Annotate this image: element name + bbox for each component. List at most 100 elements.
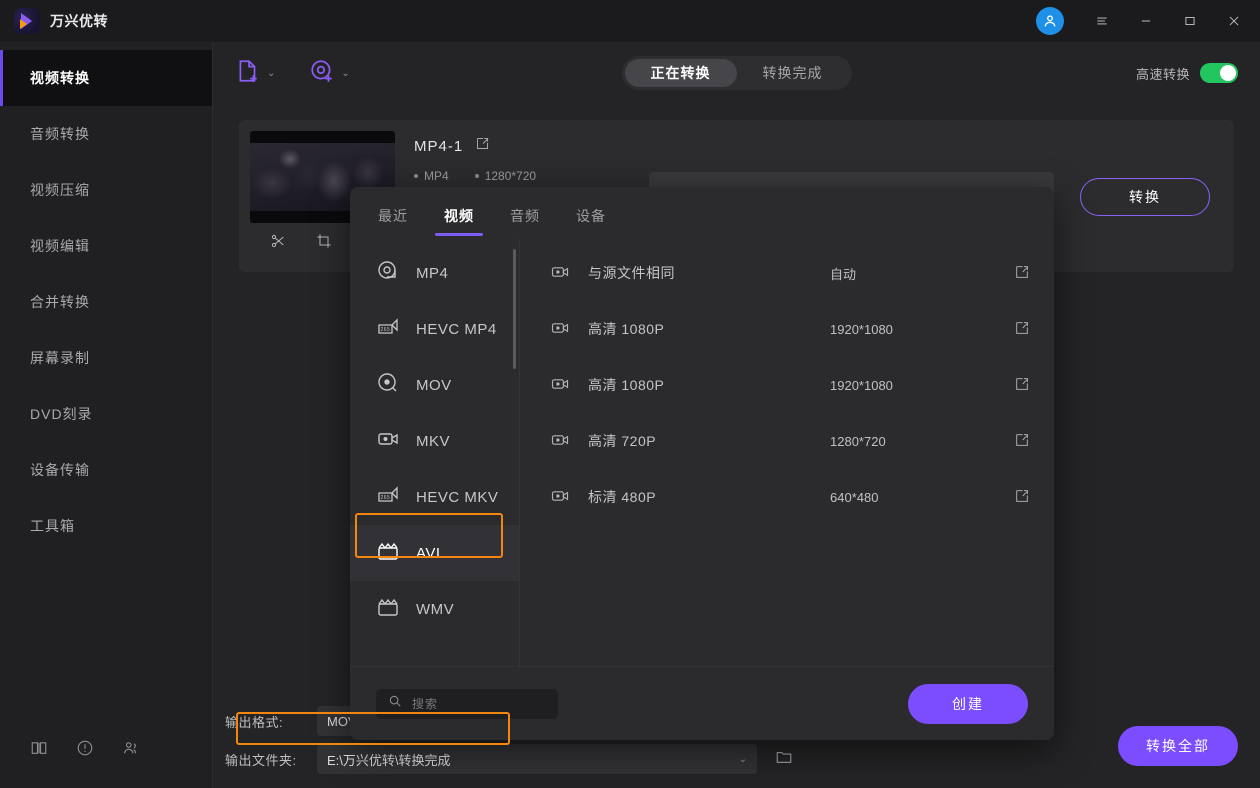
camera-icon bbox=[550, 374, 570, 397]
sidebar-item-video-convert[interactable]: 视频转换 bbox=[0, 50, 212, 106]
quality-edit-icon[interactable] bbox=[1014, 488, 1030, 507]
popup-tab-audio[interactable]: 音频 bbox=[510, 206, 540, 236]
quality-edit-icon[interactable] bbox=[1014, 264, 1030, 283]
quality-resolution: 1920*1080 bbox=[830, 321, 893, 337]
search-input[interactable]: 搜索 bbox=[376, 688, 558, 719]
highspeed-conversion: 高速转换 bbox=[1136, 63, 1238, 83]
quality-label: 与源文件相同 bbox=[588, 265, 675, 281]
quality-edit-icon[interactable] bbox=[1014, 376, 1030, 395]
quality-resolution: 自动 bbox=[830, 266, 857, 282]
popup-tab-recent[interactable]: 最近 bbox=[378, 206, 408, 236]
add-file-button[interactable]: ⌄ bbox=[235, 58, 275, 89]
add-disc-caret-icon[interactable]: ⌄ bbox=[341, 68, 349, 79]
quality-row[interactable]: 高清 1080P 1920*1080 bbox=[520, 357, 1054, 413]
sidebar-item-label: 工具箱 bbox=[30, 518, 75, 534]
format-popup-body: MP4 265 HEVC MP4 MOV MKV 265 HEVC MKV AV… bbox=[350, 239, 1054, 666]
output-folder-label: 输出文件夹: bbox=[225, 752, 297, 768]
clapper-icon bbox=[376, 595, 400, 623]
chevron-down-icon: ⌄ bbox=[738, 753, 747, 765]
crop-icon[interactable] bbox=[316, 233, 332, 254]
add-disc-icon bbox=[309, 58, 335, 89]
search-icon bbox=[388, 694, 402, 713]
format-item-mp4[interactable]: MP4 bbox=[350, 245, 519, 301]
quality-edit-icon[interactable] bbox=[1014, 432, 1030, 451]
sidebar-bottom-icons bbox=[0, 739, 213, 762]
sidebar-item-label: 音频转换 bbox=[30, 126, 90, 142]
menu-icon[interactable] bbox=[1080, 0, 1124, 42]
sidebar-item-dvd-burn[interactable]: DVD刻录 bbox=[0, 386, 212, 442]
quality-row[interactable]: 标清 480P 640*480 bbox=[520, 469, 1054, 525]
highspeed-toggle[interactable] bbox=[1200, 63, 1238, 83]
format-list: MP4 265 HEVC MP4 MOV MKV 265 HEVC MKV AV… bbox=[350, 239, 520, 666]
title-bar-controls bbox=[1036, 0, 1260, 42]
sidebar-item-label: DVD刻录 bbox=[30, 406, 93, 422]
format-list-scrollbar[interactable] bbox=[513, 249, 516, 369]
add-file-caret-icon[interactable]: ⌄ bbox=[267, 68, 275, 79]
tab-converted[interactable]: 转换完成 bbox=[737, 59, 849, 87]
file-resolution-meta: 1280*720 bbox=[474, 169, 536, 183]
format-popup-tabs: 最近 视频 音频 设备 bbox=[350, 187, 1054, 239]
quality-row[interactable]: 高清 1080P 1920*1080 bbox=[520, 301, 1054, 357]
community-icon[interactable] bbox=[122, 739, 140, 762]
title-bar: 万兴优转 bbox=[0, 0, 1260, 42]
sidebar-item-video-edit[interactable]: 视频编辑 bbox=[0, 218, 212, 274]
file-title-row: MP4-1 bbox=[414, 136, 1234, 156]
add-disc-button[interactable]: ⌄ bbox=[309, 58, 350, 89]
output-folder-value: E:\万兴优转\转换完成 bbox=[327, 752, 451, 768]
format-item-avi[interactable]: AVI bbox=[350, 525, 519, 581]
quality-row[interactable]: 与源文件相同 自动 bbox=[520, 245, 1054, 301]
maximize-icon[interactable] bbox=[1168, 0, 1212, 42]
conversion-tabs: 正在转换 转换完成 bbox=[621, 56, 852, 90]
sidebar-item-device-transfer[interactable]: 设备传输 bbox=[0, 442, 212, 498]
quality-resolution: 640*480 bbox=[830, 489, 879, 505]
sidebar-item-video-compress[interactable]: 视频压缩 bbox=[0, 162, 212, 218]
format-item-label: MKV bbox=[416, 432, 451, 450]
close-icon[interactable] bbox=[1212, 0, 1256, 42]
sidebar-item-label: 设备传输 bbox=[30, 462, 90, 478]
quality-row[interactable]: 高清 720P 1280*720 bbox=[520, 413, 1054, 469]
quality-label: 标清 480P bbox=[588, 489, 657, 505]
rename-edit-icon[interactable] bbox=[475, 136, 490, 156]
scissors-icon[interactable] bbox=[270, 233, 286, 254]
format-item-mkv[interactable]: MKV bbox=[350, 413, 519, 469]
svg-text:265: 265 bbox=[381, 495, 391, 501]
sidebar-item-merge-convert[interactable]: 合并转换 bbox=[0, 274, 212, 330]
disc-icon bbox=[376, 371, 400, 399]
format-item-wmv[interactable]: WMV bbox=[350, 581, 519, 637]
help-icon[interactable] bbox=[76, 739, 94, 762]
quality-label: 高清 720P bbox=[588, 433, 657, 449]
avatar[interactable] bbox=[1036, 7, 1064, 35]
sidebar-item-label: 屏幕录制 bbox=[30, 350, 90, 366]
quality-label: 高清 1080P bbox=[588, 377, 665, 393]
format-item-hevc-mkv[interactable]: 265 HEVC MKV bbox=[350, 469, 519, 525]
sidebar-item-screen-record[interactable]: 屏幕录制 bbox=[0, 330, 212, 386]
create-button[interactable]: 创建 bbox=[908, 683, 1028, 724]
convert-button[interactable]: 转换 bbox=[1080, 178, 1210, 216]
format-item-hevc-mp4[interactable]: 265 HEVC MP4 bbox=[350, 301, 519, 357]
main-content: ⌄ ⌄ 正在转换 转换完成 高速转换 MP4-1 MP4 1280*720 转换… bbox=[213, 42, 1260, 788]
tab-converting[interactable]: 正在转换 bbox=[624, 59, 737, 87]
quality-list: 与源文件相同 自动 高清 1080P 1920*1080 高清 1080P 19… bbox=[520, 239, 1054, 666]
format-item-mov[interactable]: MOV bbox=[350, 357, 519, 413]
book-icon[interactable] bbox=[30, 739, 48, 762]
output-folder-select[interactable]: E:\万兴优转\转换完成 ⌄ bbox=[317, 744, 757, 774]
camera-icon bbox=[550, 430, 570, 453]
format-popup: 最近 视频 音频 设备 MP4 265 HEVC MP4 MOV MKV 265… bbox=[350, 187, 1054, 740]
folder-icon[interactable] bbox=[775, 748, 793, 771]
sidebar-item-audio-convert[interactable]: 音频转换 bbox=[0, 106, 212, 162]
app-logo-icon bbox=[14, 8, 40, 34]
popup-tab-device[interactable]: 设备 bbox=[576, 206, 606, 236]
convert-all-button[interactable]: 转换全部 bbox=[1118, 726, 1238, 766]
quality-edit-icon[interactable] bbox=[1014, 320, 1030, 339]
file-name: MP4-1 bbox=[414, 137, 464, 155]
quality-name-cell: 高清 1080P bbox=[550, 374, 830, 397]
popup-tab-video[interactable]: 视频 bbox=[444, 206, 474, 236]
sidebar-nav: 视频转换 音频转换 视频压缩 视频编辑 合并转换 屏幕录制 DVD刻录 设备传输… bbox=[0, 42, 212, 554]
film-reel-icon bbox=[376, 259, 400, 287]
sidebar-item-toolbox[interactable]: 工具箱 bbox=[0, 498, 212, 554]
quality-name-cell: 与源文件相同 bbox=[550, 262, 830, 285]
app-window: 万兴优转 视频转换 音频转换 视频压缩 视频编辑 合并转换 屏幕录制 DVD刻录… bbox=[0, 0, 1260, 788]
quality-label: 高清 1080P bbox=[588, 321, 665, 337]
quality-name-cell: 高清 1080P bbox=[550, 318, 830, 341]
minimize-icon[interactable] bbox=[1124, 0, 1168, 42]
